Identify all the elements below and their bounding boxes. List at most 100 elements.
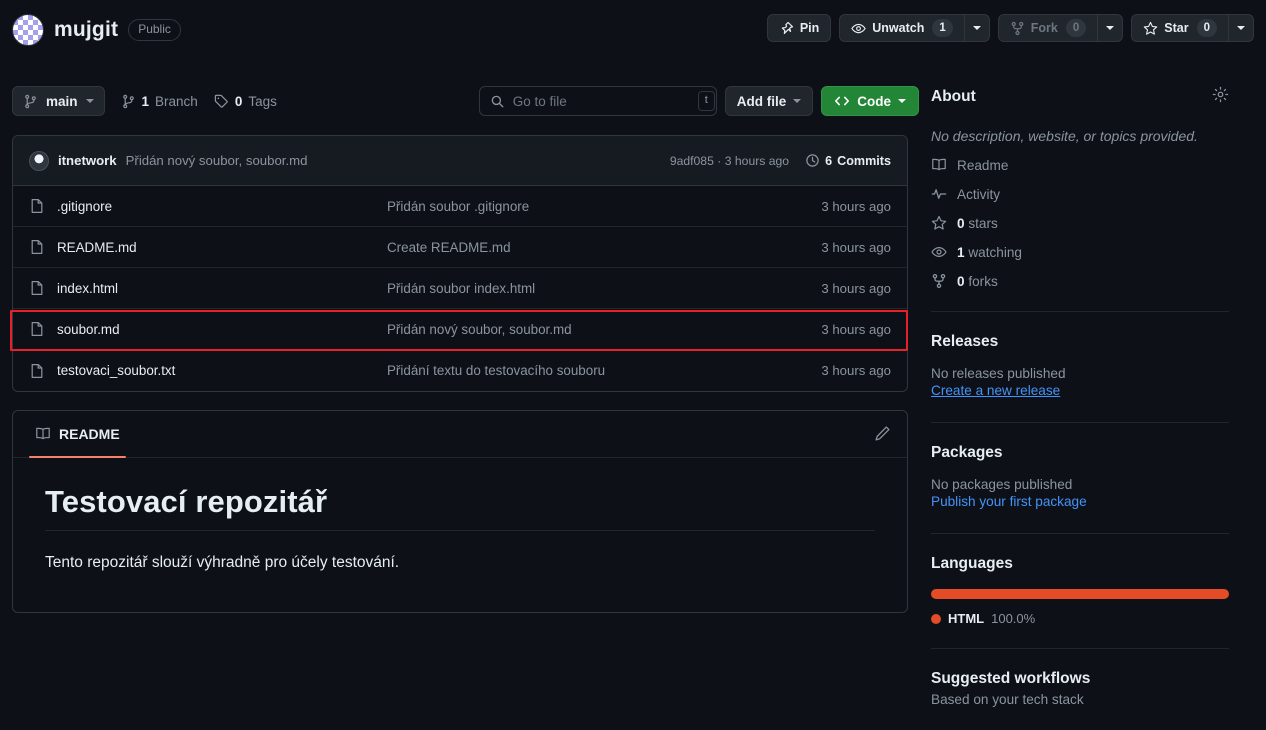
divider bbox=[931, 648, 1229, 649]
add-file-label: Add file bbox=[736, 93, 787, 109]
watch-dropdown-button[interactable] bbox=[963, 14, 990, 42]
file-icon bbox=[29, 280, 45, 296]
chevron-down-icon bbox=[898, 99, 906, 103]
tab-readme[interactable]: README bbox=[29, 411, 126, 458]
file-icon bbox=[29, 321, 45, 337]
gear-icon[interactable] bbox=[1212, 86, 1229, 108]
file-name[interactable]: testovaci_soubor.txt bbox=[57, 363, 175, 378]
file-time: 3 hours ago bbox=[821, 280, 891, 296]
eye-icon bbox=[851, 21, 866, 36]
repository-page: mujgit Public Pin Unwatch 1 Fork 0 Star … bbox=[0, 0, 1266, 730]
file-time: 3 hours ago bbox=[821, 198, 891, 214]
file-listing-card: itnetwork Přidán nový soubor, soubor.md … bbox=[12, 135, 908, 392]
avatar bbox=[29, 150, 49, 171]
branch-selector[interactable]: main bbox=[12, 86, 105, 116]
file-time: 3 hours ago bbox=[821, 239, 891, 255]
file-commit-message[interactable]: Přidání textu do testovacího souboru bbox=[387, 363, 791, 378]
chevron-down-icon bbox=[1106, 26, 1115, 30]
readme-paragraph: Tento repozitář slouží výhradně pro účel… bbox=[45, 554, 400, 571]
unwatch-button[interactable]: Unwatch 1 bbox=[839, 14, 964, 42]
pulse-icon bbox=[931, 186, 947, 202]
file-name[interactable]: README.md bbox=[57, 240, 137, 255]
commit-hash-and-time[interactable]: 9adf085 · 3 hours ago bbox=[670, 154, 789, 168]
fork-button-group: Fork 0 bbox=[997, 14, 1124, 42]
workflows-subtitle: Based on your tech stack bbox=[931, 692, 1084, 707]
fork-label: Fork bbox=[1030, 21, 1058, 35]
sidebar-item-activity[interactable]: Activity bbox=[931, 186, 1229, 202]
packages-title: Packages bbox=[931, 444, 1003, 461]
divider bbox=[931, 533, 1229, 534]
file-commit-message[interactable]: Přidán soubor index.html bbox=[387, 281, 791, 296]
fork-icon bbox=[1010, 21, 1025, 36]
pin-label: Pin bbox=[799, 21, 820, 35]
sidebar-item-readme[interactable]: Readme bbox=[931, 157, 1229, 173]
repo-name[interactable]: mujgit bbox=[54, 18, 118, 42]
search-shortcut-badge: t bbox=[697, 91, 715, 111]
pencil-icon[interactable] bbox=[874, 425, 891, 447]
fork-dropdown-button[interactable] bbox=[1097, 14, 1124, 42]
branch-count: 1 bbox=[141, 93, 150, 109]
sidebar-item-watching[interactable]: 1 watching bbox=[931, 244, 1229, 260]
commit-author[interactable]: itnetwork bbox=[58, 153, 117, 168]
tags-count: 0 bbox=[234, 93, 243, 109]
add-file-button[interactable]: Add file bbox=[724, 86, 814, 116]
file-name[interactable]: soubor.md bbox=[57, 322, 120, 337]
file-time: 3 hours ago bbox=[821, 321, 891, 337]
repo-header: mujgit Public Pin Unwatch 1 Fork 0 Star … bbox=[0, 0, 1266, 58]
publish-package-link[interactable]: Publish your first package bbox=[931, 494, 1087, 509]
chevron-down-icon bbox=[85, 99, 94, 103]
table-row[interactable]: .gitignore Přidán soubor .gitignore 3 ho… bbox=[13, 186, 907, 227]
watch-count: 1 bbox=[932, 18, 953, 38]
pin-button[interactable]: Pin bbox=[766, 14, 832, 42]
file-name-cell: .gitignore bbox=[29, 198, 387, 214]
language-bar bbox=[931, 589, 1229, 599]
table-row[interactable]: README.md Create README.md 3 hours ago bbox=[13, 227, 907, 268]
branches-link[interactable]: 1 Branch bbox=[121, 94, 198, 109]
file-name[interactable]: index.html bbox=[57, 281, 118, 296]
stars-count: 0 bbox=[957, 215, 965, 231]
repo-toolbar-left: main 1 Branch 0 Tags bbox=[12, 86, 277, 116]
file-name[interactable]: .gitignore bbox=[57, 199, 112, 214]
file-commit-message[interactable]: Přidán soubor .gitignore bbox=[387, 199, 791, 214]
table-row[interactable]: index.html Přidán soubor index.html 3 ho… bbox=[13, 268, 907, 309]
language-legend-item[interactable]: HTML 100.0% bbox=[931, 611, 1229, 626]
sidebar: About No description, website, or topics… bbox=[931, 86, 1229, 707]
create-release-link[interactable]: Create a new release bbox=[931, 383, 1060, 398]
star-count: 0 bbox=[1196, 18, 1217, 38]
sidebar-item-stars[interactable]: 0 stars bbox=[931, 215, 1229, 231]
file-name-cell: soubor.md bbox=[29, 321, 387, 337]
commit-message[interactable]: Přidán nový soubor, soubor.md bbox=[126, 153, 308, 168]
commit-time: 3 hours ago bbox=[724, 153, 790, 168]
file-icon bbox=[29, 363, 45, 379]
commits-count-link[interactable]: 6 Commits bbox=[805, 153, 891, 168]
readme-tab-label: README bbox=[59, 426, 120, 442]
fork-icon bbox=[931, 273, 947, 289]
languages-title: Languages bbox=[931, 555, 1013, 572]
search-input[interactable] bbox=[512, 93, 690, 109]
checkered-avatar-icon bbox=[12, 14, 44, 46]
fork-count: 0 bbox=[1065, 18, 1087, 38]
file-commit-message[interactable]: Create README.md bbox=[387, 240, 791, 255]
star-dropdown-button[interactable] bbox=[1228, 14, 1254, 42]
forks-noun: forks bbox=[968, 273, 998, 289]
sidebar-item-forks[interactable]: 0 forks bbox=[931, 273, 1229, 289]
tags-link[interactable]: 0 Tags bbox=[214, 94, 277, 109]
book-icon bbox=[931, 157, 947, 173]
go-to-file-search[interactable]: t bbox=[478, 86, 717, 116]
table-row-highlighted[interactable]: soubor.md Přidán nový soubor, soubor.md … bbox=[13, 309, 907, 350]
star-label: Star bbox=[1164, 21, 1189, 35]
star-button[interactable]: Star 0 bbox=[1131, 14, 1228, 42]
language-segment-html[interactable] bbox=[931, 589, 1229, 599]
divider bbox=[931, 422, 1229, 423]
repo-toolbar-right: t Add file Code bbox=[478, 86, 919, 116]
book-icon bbox=[35, 426, 51, 442]
fork-button[interactable]: Fork 0 bbox=[997, 14, 1098, 42]
about-description: No description, website, or topics provi… bbox=[931, 128, 1198, 144]
tag-icon bbox=[214, 94, 229, 109]
file-name-cell: index.html bbox=[29, 280, 387, 296]
code-button[interactable]: Code bbox=[821, 86, 919, 116]
workflows-title: Suggested workflows bbox=[931, 670, 1091, 687]
file-commit-message[interactable]: Přidán nový soubor, soubor.md bbox=[387, 322, 791, 337]
readme-body: Testovací repozitář Tento repozitář slou… bbox=[13, 458, 907, 572]
table-row[interactable]: testovaci_soubor.txt Přidání textu do te… bbox=[13, 350, 907, 391]
